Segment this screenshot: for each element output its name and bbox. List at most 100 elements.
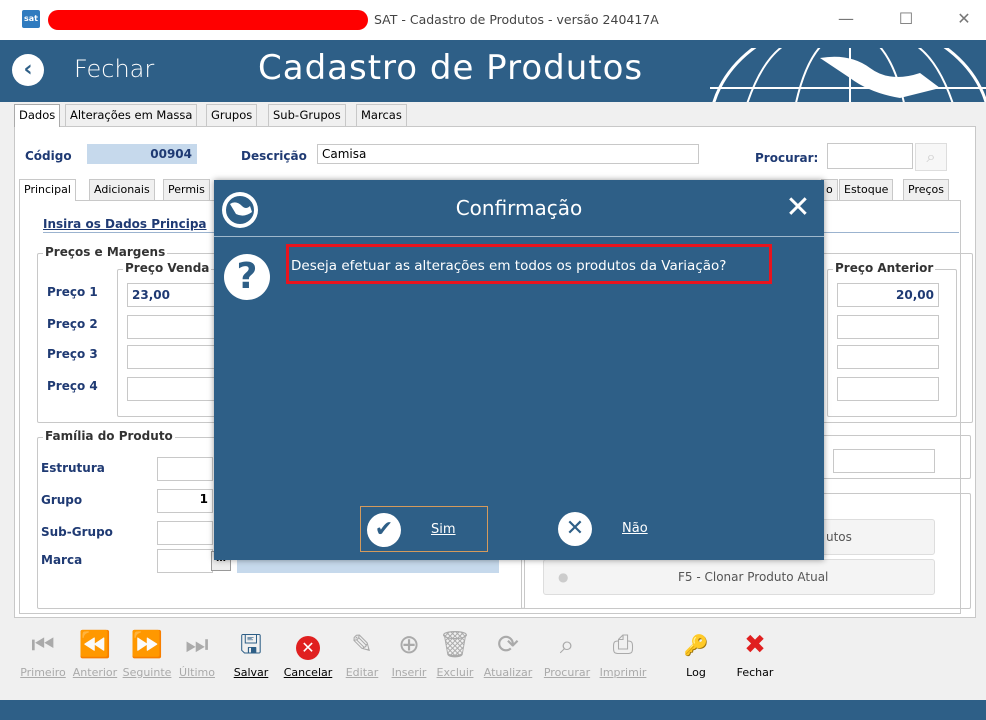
familia-produto-title: Família do Produto: [43, 429, 175, 443]
preco-4-anterior-field[interactable]: [837, 377, 939, 401]
preco-2-label: Preço 2: [47, 317, 98, 331]
tab-principal[interactable]: Principal: [19, 179, 76, 201]
fechar-button[interactable]: ✖ Fechar: [728, 622, 782, 688]
excluir-button[interactable]: 🗑 Excluir: [432, 622, 478, 688]
window-title: SAT - Cadastro de Produtos - versão 2404…: [374, 12, 659, 27]
cancel-icon: ✕: [278, 630, 338, 660]
previous-icon: ⏪: [78, 630, 112, 660]
dialog-message: Deseja efetuar as alterações em todos os…: [286, 244, 772, 284]
confirmation-dialog: Confirmação ✕ ? Deseja efetuar as altera…: [214, 180, 824, 560]
header-close-link[interactable]: Fechar: [74, 55, 154, 83]
delete-icon: 🗑: [438, 630, 472, 660]
produtos-button-label: utos: [826, 530, 852, 544]
seguinte-button[interactable]: ⏩ Seguinte: [120, 622, 174, 688]
yes-button-label: Sim: [431, 522, 456, 537]
log-button[interactable]: 🔑 Log: [678, 622, 714, 688]
preco-4-label: Preço 4: [47, 379, 98, 393]
close-x-icon: ✖: [744, 630, 766, 660]
preco-4-venda-field[interactable]: [127, 377, 217, 401]
insira-dados-label: Insira os Dados Principa: [43, 217, 207, 231]
print-icon: ⎙: [612, 630, 634, 660]
no-button-label: Não: [622, 521, 648, 536]
marca-label: Marca: [41, 553, 83, 567]
tab-estoque[interactable]: Estoque: [839, 179, 894, 200]
clonar-produto-label: F5 - Clonar Produto Atual: [678, 570, 829, 584]
sub-grupo-field[interactable]: [157, 521, 213, 545]
tab-adicionais[interactable]: Adicionais: [89, 179, 155, 200]
tab-dados[interactable]: Dados: [14, 104, 61, 127]
clone-icon: ●: [558, 570, 569, 584]
minimize-icon[interactable]: —: [826, 6, 866, 32]
estrutura-label: Estrutura: [41, 461, 105, 475]
codigo-field[interactable]: 00904: [87, 144, 197, 164]
salvar-button[interactable]: 🖫 Salvar: [224, 622, 278, 688]
preco-2-anterior-field[interactable]: [837, 315, 939, 339]
window-titlebar: sat SAT - Cadastro de Produtos - versão …: [0, 0, 986, 41]
preco-2-venda-field[interactable]: [127, 315, 217, 339]
anterior-button[interactable]: ⏪ Anterior: [70, 622, 120, 688]
status-bar: [0, 700, 986, 720]
sat-app-icon: sat: [22, 10, 40, 28]
dialog-close-icon[interactable]: ✕: [778, 188, 818, 228]
back-arrow-icon[interactable]: ‹: [12, 54, 44, 86]
refresh-icon: ⟳: [497, 630, 519, 660]
last-icon: ⏭: [185, 630, 209, 660]
check-icon: ✔: [367, 513, 401, 547]
page-title: Cadastro de Produtos: [258, 48, 644, 88]
descricao-field[interactable]: Camisa: [317, 144, 699, 164]
inserir-button[interactable]: ⊕ Inserir: [386, 622, 432, 688]
insert-icon: ⊕: [398, 630, 420, 660]
maximize-icon[interactable]: ☐: [886, 6, 926, 32]
cancelar-button[interactable]: ✕ Cancelar: [278, 622, 338, 688]
preco-1-label: Preço 1: [47, 285, 98, 299]
preco-anterior-header: Preço Anterior: [833, 261, 936, 275]
right-field[interactable]: [833, 449, 935, 473]
globe-logo-icon: [710, 48, 986, 102]
procurar-search-icon[interactable]: ⌕: [915, 143, 947, 171]
window-close-icon[interactable]: ✕: [944, 6, 984, 32]
estrutura-field[interactable]: [157, 457, 213, 481]
codigo-label: Código: [25, 149, 72, 163]
x-icon: ✕: [558, 512, 592, 546]
no-button[interactable]: ✕ Não: [552, 506, 680, 552]
precos-margens-title: Preços e Margens: [43, 245, 168, 259]
tab-permissoes[interactable]: Permis: [163, 179, 210, 200]
procurar-button[interactable]: ⌕ Procurar: [538, 622, 596, 688]
save-icon: 🖫: [239, 630, 263, 660]
question-icon: ?: [224, 254, 270, 300]
grupo-field[interactable]: 1: [157, 489, 213, 513]
procurar-field[interactable]: [827, 143, 913, 169]
preco-1-anterior-field[interactable]: 20,00: [837, 283, 939, 307]
tab-sub-grupos[interactable]: Sub-Grupos: [268, 104, 346, 126]
grupo-label: Grupo: [41, 493, 83, 507]
atualizar-button[interactable]: ⟳ Atualizar: [478, 622, 538, 688]
dialog-title: Confirmação: [455, 196, 583, 220]
tab-precos[interactable]: Preços: [903, 179, 949, 200]
marca-field[interactable]: [157, 549, 213, 573]
tab-marcas[interactable]: Marcas: [356, 104, 407, 126]
preco-3-anterior-field[interactable]: [837, 345, 939, 369]
preco-1-venda-field[interactable]: 23,00: [127, 283, 217, 307]
app-header: ‹ Fechar Cadastro de Produtos: [0, 40, 986, 102]
bottom-toolbar: ⏮ Primeiro ⏪ Anterior ⏩ Seguinte ⏭ Último 🖫 S…: [14, 622, 974, 692]
preco-venda-header: Preço Venda: [123, 261, 212, 275]
editar-button[interactable]: ✎ Editar: [340, 622, 384, 688]
tab-alteracoes-em-massa[interactable]: Alterações em Massa: [65, 104, 198, 126]
search-icon: ⌕: [559, 630, 575, 660]
yes-button[interactable]: ✔ Sim: [360, 506, 488, 552]
primeiro-button[interactable]: ⏮ Primeiro: [16, 622, 70, 688]
clonar-produto-button[interactable]: ● F5 - Clonar Produto Atual: [543, 559, 935, 595]
edit-icon: ✎: [351, 630, 373, 660]
descricao-label: Descrição: [241, 149, 307, 163]
key-icon: 🔑: [683, 633, 709, 657]
procurar-label: Procurar:: [755, 151, 819, 165]
next-icon: ⏩: [130, 630, 164, 660]
imprimir-button[interactable]: ⎙ Imprimir: [596, 622, 650, 688]
dialog-divider: [214, 236, 824, 237]
preco-3-venda-field[interactable]: [127, 345, 217, 369]
first-icon: ⏮: [31, 630, 55, 660]
ultimo-button[interactable]: ⏭ Último: [174, 622, 220, 688]
tab-grupos[interactable]: Grupos: [206, 104, 258, 126]
sub-grupo-label: Sub-Grupo: [41, 525, 113, 539]
preco-3-label: Preço 3: [47, 347, 98, 361]
